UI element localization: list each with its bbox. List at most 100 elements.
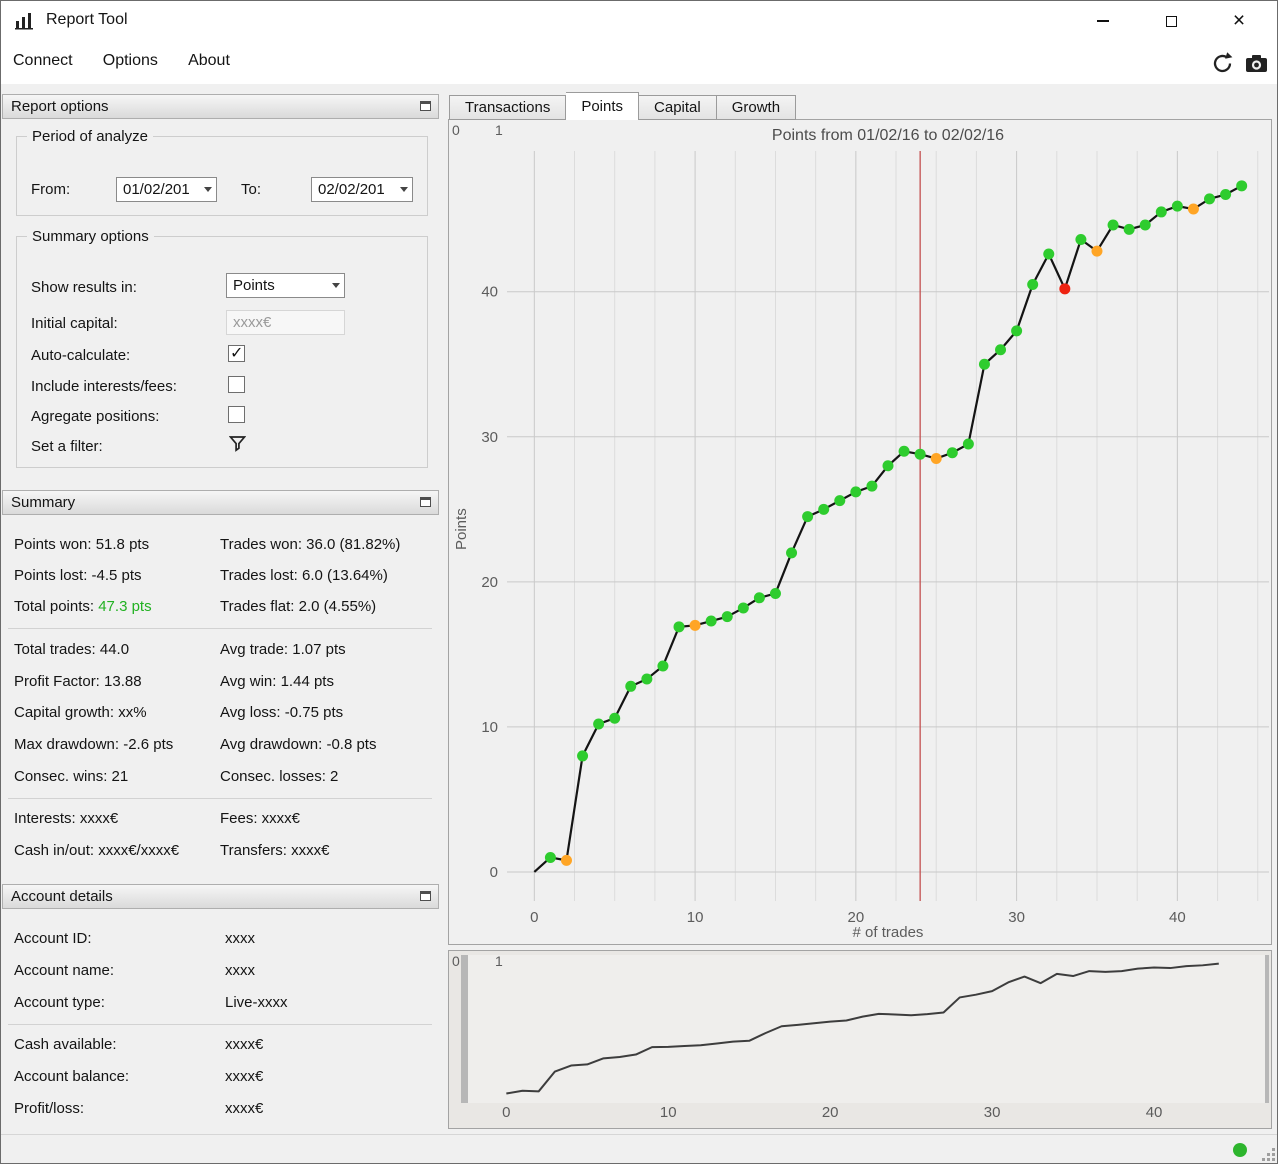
tab-transactions[interactable]: Transactions <box>449 95 567 120</box>
menu-options[interactable]: Options <box>90 42 171 80</box>
points-lost: Points lost: -4.5 pts <box>14 567 142 584</box>
tab-growth[interactable]: Growth <box>716 95 797 120</box>
to-date-select[interactable]: 02/02/201 <box>311 177 413 202</box>
summary-row: Cash in/out: xxxx€/xxxx€ Transfers: xxxx… <box>14 842 438 859</box>
account-balance-value: xxxx€ <box>225 1068 264 1085</box>
y-axis-label: Points <box>453 508 470 550</box>
svg-text:10: 10 <box>660 1104 677 1121</box>
menu-about[interactable]: About <box>175 42 243 80</box>
trade-marker-win <box>1075 233 1087 245</box>
window-title: Report Tool <box>46 11 128 28</box>
float-panel-button[interactable] <box>420 497 431 507</box>
account-balance-label: Account balance: <box>14 1068 130 1085</box>
svg-text:30: 30 <box>984 1104 1001 1121</box>
refresh-icon[interactable] <box>1210 51 1235 76</box>
capital-growth: Capital growth: xx% <box>14 704 147 721</box>
trade-marker-win <box>705 615 717 627</box>
account-row: Profit/loss: xxxx€ <box>14 1100 438 1117</box>
summary-row: Profit Factor: 13.88 Avg win: 1.44 pts <box>14 673 438 690</box>
divider <box>8 1024 432 1025</box>
trade-marker-win <box>625 680 637 692</box>
float-panel-button[interactable] <box>420 101 431 111</box>
title-bar: Report Tool × <box>0 0 1278 42</box>
maximize-button[interactable] <box>1148 0 1194 42</box>
trade-marker-flat <box>689 619 701 631</box>
tab-capital[interactable]: Capital <box>639 95 717 120</box>
auto-calculate-checkbox[interactable] <box>228 343 245 363</box>
panel-header-report-options: Report options <box>2 94 439 119</box>
cash-available-value: xxxx€ <box>225 1036 264 1053</box>
tab-points[interactable]: Points <box>566 92 640 120</box>
chevron-down-icon <box>395 178 412 201</box>
trade-marker-win <box>1043 248 1055 260</box>
trade-marker-win <box>882 460 894 472</box>
account-type-label: Account type: <box>14 994 105 1011</box>
agregate-positions-checkbox[interactable] <box>228 406 245 423</box>
trade-marker-flat <box>930 453 942 465</box>
camera-icon[interactable] <box>1245 54 1268 74</box>
trade-marker-win <box>1107 219 1119 231</box>
trade-marker-win <box>995 344 1007 356</box>
trade-marker-win <box>1204 193 1216 205</box>
status-bar <box>0 1134 1278 1164</box>
axis-artifact-label: 0 <box>452 953 460 969</box>
float-panel-button[interactable] <box>420 891 431 901</box>
svg-text:20: 20 <box>822 1104 839 1121</box>
close-icon: × <box>1232 9 1246 32</box>
panel-header-summary: Summary <box>2 490 439 515</box>
account-row: Account type: Live-xxxx <box>14 994 438 1011</box>
summary-options-title: Summary options <box>27 228 154 245</box>
avg-loss: Avg loss: -0.75 pts <box>220 704 344 721</box>
minimize-icon <box>1097 20 1109 22</box>
from-label: From: <box>31 181 71 198</box>
trade-marker-win <box>818 503 830 515</box>
trade-marker-win <box>721 611 733 623</box>
summary-row: Max drawdown: -2.6 pts Avg drawdown: -0.… <box>14 736 438 753</box>
account-name-label: Account name: <box>14 962 115 979</box>
account-type-value: Live-xxxx <box>225 994 288 1011</box>
trade-marker-win <box>978 358 990 370</box>
svg-text:0: 0 <box>490 864 498 881</box>
overview-chart-panel[interactable]: 0 1 0 10 20 30 40 <box>448 950 1272 1129</box>
overview-chart[interactable]: 0 10 20 30 40 <box>449 951 1271 1128</box>
trade-marker-win <box>1236 180 1248 192</box>
chart-title: Points from 01/02/16 to 02/02/16 <box>771 127 1005 144</box>
minimize-button[interactable] <box>1080 0 1126 42</box>
axis-artifact-label: 0 <box>452 122 460 138</box>
svg-text:10: 10 <box>481 719 498 736</box>
svg-text:0: 0 <box>502 1104 510 1121</box>
svg-text:20: 20 <box>481 574 498 591</box>
connection-status-dot <box>1233 1143 1247 1157</box>
include-fees-checkbox[interactable] <box>228 376 245 393</box>
from-date-select[interactable]: 01/02/201 <box>116 177 217 202</box>
trade-marker-win <box>641 673 653 685</box>
total-points-label: Total points: <box>14 598 99 615</box>
total-points-value: 47.3 pts <box>98 598 152 615</box>
svg-text:40: 40 <box>481 284 498 301</box>
summary-row: Total trades: 44.0 Avg trade: 1.07 pts <box>14 641 438 658</box>
trade-marker-loss <box>1059 283 1071 295</box>
trade-marker-win <box>1123 223 1135 235</box>
region-selection <box>461 955 1269 1103</box>
divider <box>8 798 432 799</box>
trade-marker-win <box>593 718 605 730</box>
menu-connect[interactable]: Connect <box>0 42 86 80</box>
account-row: Account ID: xxxx <box>14 930 438 947</box>
summary-row: Total points: 47.3 pts Trades flat: 2.0 … <box>14 598 438 615</box>
points-chart[interactable]: 0102030400 10 20 30 40 <box>449 120 1271 944</box>
panel-header-account-details: Account details <box>2 884 439 909</box>
summary-row: Points won: 51.8 pts Trades won: 36.0 (8… <box>14 536 438 553</box>
profit-loss-label: Profit/loss: <box>14 1100 85 1117</box>
close-button[interactable]: × <box>1216 0 1262 42</box>
profit-factor: Profit Factor: 13.88 <box>14 673 142 690</box>
resize-grip[interactable] <box>1261 1147 1276 1162</box>
cash-available-label: Cash available: <box>14 1036 117 1053</box>
summary-row: Capital growth: xx% Avg loss: -0.75 pts <box>14 704 438 721</box>
chevron-down-icon <box>199 178 216 201</box>
transfers: Transfers: xxxx€ <box>220 842 330 859</box>
svg-text:30: 30 <box>481 429 498 446</box>
filter-icon[interactable] <box>229 435 246 452</box>
points-chart-panel[interactable]: 0 1 Points from 01/02/16 to 02/02/16 Poi… <box>448 119 1272 945</box>
account-row: Account name: xxxx <box>14 962 438 979</box>
show-results-select[interactable]: Points <box>226 273 345 298</box>
